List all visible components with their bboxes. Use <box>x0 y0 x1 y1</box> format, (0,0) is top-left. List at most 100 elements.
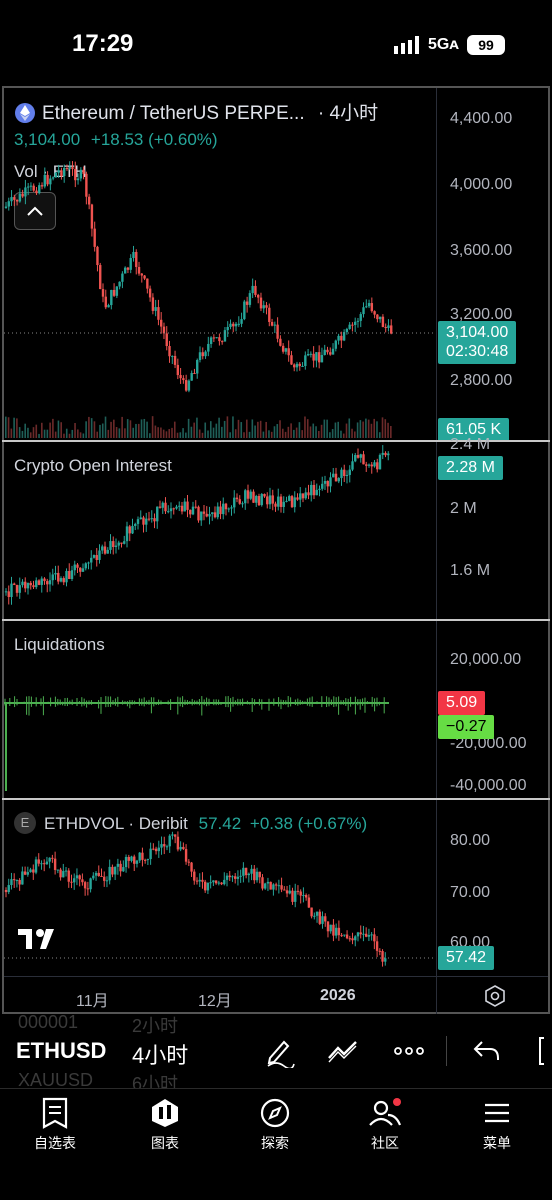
liquidations-histogram[interactable] <box>4 621 434 799</box>
price-candle <box>215 337 218 339</box>
ethdvol-pane[interactable]: E ETHDVOL · Deribit 57.42 +0.38 (+0.67%)… <box>4 800 548 976</box>
oi-candle <box>24 581 27 589</box>
time-axis[interactable]: 11月 12月 2026 <box>4 976 548 1014</box>
oi-candle <box>32 585 35 588</box>
oi-candle <box>260 493 263 506</box>
oi-candle <box>362 454 365 465</box>
volume-bar <box>140 419 143 438</box>
tab-explore[interactable]: 探索 <box>230 1097 320 1167</box>
oi-candle <box>211 512 214 515</box>
price-candle <box>68 167 71 169</box>
oi-candle <box>255 495 258 503</box>
dvol-candle <box>179 846 182 850</box>
fullscreen-icon[interactable] <box>530 1034 552 1068</box>
dvol-candle <box>187 861 191 863</box>
oi-candle <box>48 580 52 585</box>
dvol-candle <box>209 882 212 884</box>
oi-candle <box>345 474 349 477</box>
volume-bar <box>257 421 259 438</box>
undo-icon[interactable] <box>470 1034 504 1068</box>
volume-bar <box>162 429 165 438</box>
dvol-candle <box>266 881 270 884</box>
price-candle <box>140 273 143 276</box>
volume-bar <box>57 420 60 438</box>
dvol-candle <box>133 856 136 864</box>
chart-settings-icon[interactable] <box>484 985 506 1007</box>
indicators-icon[interactable] <box>326 1034 360 1068</box>
oi-candle <box>175 506 178 509</box>
volume-bar <box>85 421 87 438</box>
price-candle <box>304 355 307 366</box>
oi-candle <box>244 490 247 504</box>
oi-candle <box>205 513 208 517</box>
dvol-candle <box>214 880 218 884</box>
symbol-selector[interactable]: ETHUSD <box>16 1038 106 1064</box>
price-candle <box>290 355 293 365</box>
oi-candle <box>153 518 156 522</box>
dvol-candle <box>59 869 62 878</box>
drawing-pen-icon[interactable] <box>262 1034 296 1068</box>
liquidations-pane[interactable]: Liquidations 20,000.00 -20,000.00 -40,00… <box>4 621 548 799</box>
dvol-candle <box>26 872 30 875</box>
oi-candle <box>222 503 225 515</box>
price-candle <box>240 319 243 324</box>
volume-bar <box>367 419 370 438</box>
dvol-candle <box>370 934 373 936</box>
price-candle <box>40 185 44 187</box>
price-candle <box>137 266 141 274</box>
main-price-pane[interactable]: Ethereum / TetherUS PERPE... · 4小时 3,104… <box>4 88 548 442</box>
dvol-candle <box>67 870 70 882</box>
dvol-candle <box>127 856 130 861</box>
liq-axis-label: 20,000.00 <box>450 651 522 668</box>
oi-candle <box>301 493 305 499</box>
price-candle <box>204 351 207 357</box>
volume-bar <box>201 432 204 438</box>
price-candles-chart[interactable] <box>4 88 434 440</box>
price-candle <box>146 278 149 289</box>
chart-frame[interactable]: Ethereum / TetherUS PERPE... · 4小时 3,104… <box>2 86 550 1014</box>
price-candle <box>18 193 22 202</box>
volume-bar <box>387 422 389 438</box>
oi-candle <box>194 506 197 508</box>
volume-bar <box>35 424 38 438</box>
oi-candle <box>169 508 173 512</box>
oi-candle <box>238 499 241 504</box>
dvol-candle <box>103 876 106 881</box>
dvol-candle <box>277 885 281 887</box>
price-candle <box>259 297 263 309</box>
price-candle <box>4 206 8 208</box>
dvol-candle <box>116 863 120 867</box>
volume-bar <box>63 433 65 438</box>
oi-candle <box>285 500 288 502</box>
oi-candle <box>274 503 277 507</box>
price-candle <box>281 345 285 352</box>
open-interest-line[interactable] <box>4 442 434 620</box>
price-candle <box>190 373 193 381</box>
interval-selector[interactable]: 4小时 <box>132 1038 188 1070</box>
open-interest-pane[interactable]: Crypto Open Interest 2.4 M 2 M 1.6 M 2.2… <box>4 436 548 620</box>
price-candle <box>24 187 27 197</box>
price-candle <box>287 348 290 356</box>
tab-chart[interactable]: 图表 <box>120 1097 210 1167</box>
volume-bar <box>93 421 96 438</box>
dvol-candle <box>217 882 221 884</box>
price-candle <box>182 378 185 381</box>
price-candle <box>223 330 227 342</box>
tab-community[interactable]: 社区 <box>340 1097 430 1167</box>
tab-menu[interactable]: 菜单 <box>452 1097 542 1167</box>
price-candle <box>243 301 246 320</box>
dvol-candle <box>165 846 169 848</box>
price-candle <box>254 285 257 295</box>
oi-candle <box>37 580 41 585</box>
dvol-candles-chart[interactable] <box>4 800 434 976</box>
price-candle <box>229 323 232 327</box>
more-options-icon[interactable] <box>392 1034 426 1068</box>
tab-watchlist[interactable]: 自选表 <box>10 1097 100 1167</box>
price-candle <box>157 307 160 320</box>
dvol-candle <box>378 950 382 952</box>
volume-bar <box>237 419 240 438</box>
dvol-candle <box>100 875 103 877</box>
oi-candle <box>172 508 175 510</box>
price-candle <box>245 301 249 305</box>
oi-candle <box>367 464 371 466</box>
